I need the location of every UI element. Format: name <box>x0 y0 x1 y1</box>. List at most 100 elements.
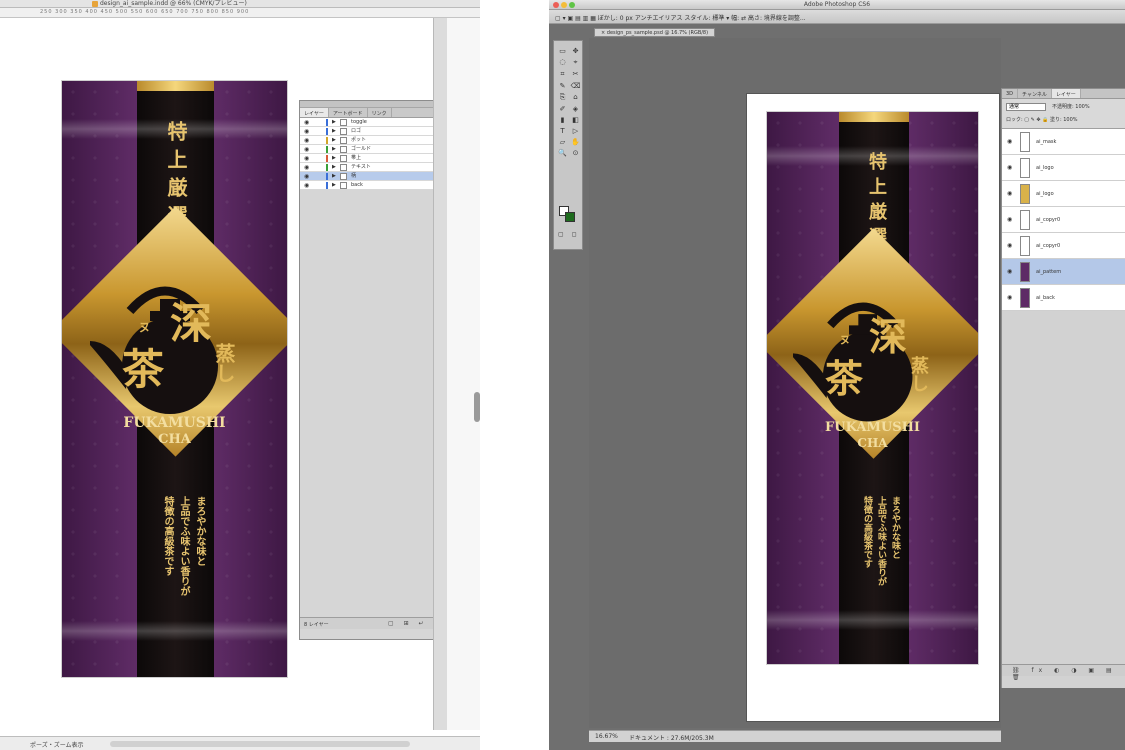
expand-triangle-icon[interactable]: ▶ <box>332 155 336 161</box>
tool-button[interactable]: ✐ <box>556 105 569 113</box>
eye-icon[interactable]: ◉ <box>304 146 309 153</box>
expand-triangle-icon[interactable]: ▶ <box>332 137 336 143</box>
layer-name: back <box>351 182 363 188</box>
bottom-gloss <box>767 610 978 630</box>
tool-button[interactable]: ▮ <box>556 116 569 124</box>
zoom-level[interactable]: 16.67% <box>595 733 618 740</box>
expand-triangle-icon[interactable]: ▶ <box>332 164 336 170</box>
expand-triangle-icon[interactable]: ▶ <box>332 173 336 179</box>
layer-row-selected[interactable]: ◉ ai_pattern <box>1002 259 1125 285</box>
illustrator-package-artwork[interactable]: 特上厳選 深 茶 蒸し ヌ FUKAMUSHI CHA まろやかな味と 上品でふ… <box>61 80 288 678</box>
eye-icon[interactable]: ◉ <box>1007 164 1012 171</box>
eye-icon[interactable]: ◉ <box>304 173 309 180</box>
photoshop-package-artwork[interactable]: 特上厳選 深 茶 蒸し ヌ FUKAMUSHI CHA まろやかな味と 上品でふ… <box>766 111 979 665</box>
layer-thumbnail <box>340 119 347 126</box>
description-line-3: 特徴の高級茶です <box>862 496 872 568</box>
layer-row[interactable]: ◉ ai_back <box>1002 285 1125 311</box>
photoshop-canvas-area[interactable]: 特上厳選 深 茶 蒸し ヌ FUKAMUSHI CHA まろやかな味と 上品でふ… <box>589 38 1001 728</box>
horizontal-ruler[interactable]: 250 300 350 400 450 500 550 600 650 700 … <box>0 8 480 18</box>
eye-icon[interactable]: ◉ <box>1007 216 1012 223</box>
expand-triangle-icon[interactable]: ▶ <box>332 146 336 152</box>
kanji-cha: 茶 <box>825 356 864 401</box>
eye-icon[interactable]: ◉ <box>304 182 309 189</box>
eye-icon[interactable]: ◉ <box>1007 242 1012 249</box>
blend-mode-select[interactable]: 通常 <box>1006 103 1046 111</box>
layer-thumbnail <box>1020 132 1030 152</box>
eye-icon[interactable]: ◉ <box>1007 268 1012 275</box>
tool-button[interactable]: ⌫ <box>569 82 582 90</box>
mask-mode-icons[interactable]: ▢ ◻ <box>558 231 580 238</box>
tool-button[interactable]: ✂ <box>569 70 582 79</box>
tool-button[interactable]: ✋ <box>569 138 582 146</box>
tool-button[interactable]: ◧ <box>569 116 582 124</box>
eye-icon[interactable]: ◉ <box>1007 294 1012 301</box>
layer-thumbnail <box>1020 210 1030 230</box>
photoshop-artboard[interactable]: 特上厳選 深 茶 蒸し ヌ FUKAMUSHI CHA まろやかな味と 上品でふ… <box>746 93 1000 722</box>
tool-button[interactable]: ⌂ <box>569 93 582 102</box>
marquee-options[interactable]: ▢ ▾ ▣ ▤ ▥ ▦ ぼかし: 0 px アンチエイリアス スタイル: 標準 … <box>555 13 806 22</box>
eye-icon[interactable]: ◉ <box>304 137 309 144</box>
tab-layers[interactable]: レイヤー <box>1051 89 1081 98</box>
vertical-scrollbar[interactable] <box>433 18 447 730</box>
tool-button[interactable]: ⊙ <box>569 149 582 157</box>
scroll-thumb[interactable] <box>474 392 480 422</box>
tool-button[interactable]: ⎘ <box>556 93 569 102</box>
background-color-swatch[interactable] <box>565 212 575 222</box>
tool-button[interactable]: 🔍 <box>556 149 569 157</box>
app-title: Adobe Photoshop CS6 <box>803 1 871 8</box>
tool-button[interactable]: ✥ <box>569 47 582 55</box>
expand-triangle-icon[interactable]: ▶ <box>332 128 336 134</box>
layer-row[interactable]: ◉ ai_copyr0 <box>1002 207 1125 233</box>
layer-color-bar <box>326 173 328 180</box>
tab-links[interactable]: リンク <box>368 108 392 117</box>
layer-name: ロゴ <box>351 128 362 134</box>
tab-channels[interactable]: チャンネル <box>1018 89 1052 98</box>
opacity-field[interactable]: 不透明度: 100% <box>1052 103 1090 110</box>
tool-button[interactable]: ◌ <box>556 58 569 67</box>
layer-color-bar <box>326 164 328 171</box>
illustrator-titlebar: design_ai_sample.indd @ 66% (CMYK/プレビュー) <box>0 0 480 8</box>
eye-icon[interactable]: ◉ <box>304 155 309 162</box>
tool-button[interactable]: ▱ <box>556 138 569 146</box>
layer-row[interactable]: ◉ ai_logo <box>1002 181 1125 207</box>
tab-artboards[interactable]: アートボード <box>329 108 368 117</box>
eye-icon[interactable]: ◉ <box>304 128 309 135</box>
tool-button[interactable]: T <box>556 127 569 135</box>
illustrator-window: design_ai_sample.indd @ 66% (CMYK/プレビュー)… <box>0 0 480 750</box>
eye-icon[interactable]: ◉ <box>1007 138 1012 145</box>
layer-row[interactable]: ◉ ai_copyr0 <box>1002 233 1125 259</box>
lock-controls[interactable]: ロック: ▢ ✎ ✥ 🔒 塗り: 100% <box>1006 116 1078 123</box>
bottom-gloss <box>62 621 287 641</box>
tool-button[interactable]: ⌖ <box>569 58 582 67</box>
tool-button[interactable]: ▷ <box>569 127 582 135</box>
roman-title-1: FUKAMUSHI <box>123 415 226 431</box>
document-size: ドキュメント : 27.6M/205.3M <box>629 735 714 742</box>
photoshop-titlebar: Adobe Photoshop CS6 <box>549 0 1125 10</box>
gold-top-cap <box>137 81 214 91</box>
tab-layers[interactable]: レイヤー <box>300 108 329 117</box>
layer-row[interactable]: ◉ ai_mask <box>1002 129 1125 155</box>
description-line-2: 上品でふ味よい香りが <box>876 496 886 586</box>
horizontal-scrollbar[interactable] <box>110 741 410 747</box>
layer-row[interactable]: ◉ ai_logo <box>1002 155 1125 181</box>
illustrator-statusbar: ポーズ・ズーム表示 <box>0 736 480 750</box>
photoshop-statusbar: 16.67% ドキュメント : 27.6M/205.3M <box>589 730 1001 742</box>
ruler-ticks: 250 300 350 400 450 500 550 600 650 700 … <box>40 9 250 15</box>
tool-button[interactable]: ◈ <box>569 105 582 113</box>
tool-button[interactable]: ✎ <box>556 82 569 90</box>
tab-3d[interactable]: 3D <box>1002 89 1019 98</box>
expand-triangle-icon[interactable]: ▶ <box>332 182 336 188</box>
eye-icon[interactable]: ◉ <box>1007 190 1012 197</box>
eye-icon[interactable]: ◉ <box>304 119 309 126</box>
roman-title-2: CHA <box>857 436 888 450</box>
expand-triangle-icon[interactable]: ▶ <box>332 119 336 125</box>
eye-icon[interactable]: ◉ <box>304 164 309 171</box>
document-tab[interactable]: × design_ps_sample.psd @ 16.7% (RGB/8) <box>594 28 716 37</box>
layer-name: ai_mask <box>1036 139 1057 145</box>
layer-color-bar <box>326 155 328 162</box>
layer-action-icons[interactable]: ⛓ fx ◐ ◑ ▣ ▤ 🗑 <box>1012 667 1125 681</box>
tool-button[interactable]: ▭ <box>556 47 569 55</box>
tool-grid: ▭ ✥ ◌ ⌖ ⌗ ✂ ✎ ⌫ ⎘ ⌂ ✐ ◈ ▮ ◧ T ▷ ▱ ✋ 🔍 ⊙ <box>556 47 582 157</box>
tool-button[interactable]: ⌗ <box>556 70 569 79</box>
zoom-status[interactable]: ポーズ・ズーム表示 <box>30 740 84 749</box>
